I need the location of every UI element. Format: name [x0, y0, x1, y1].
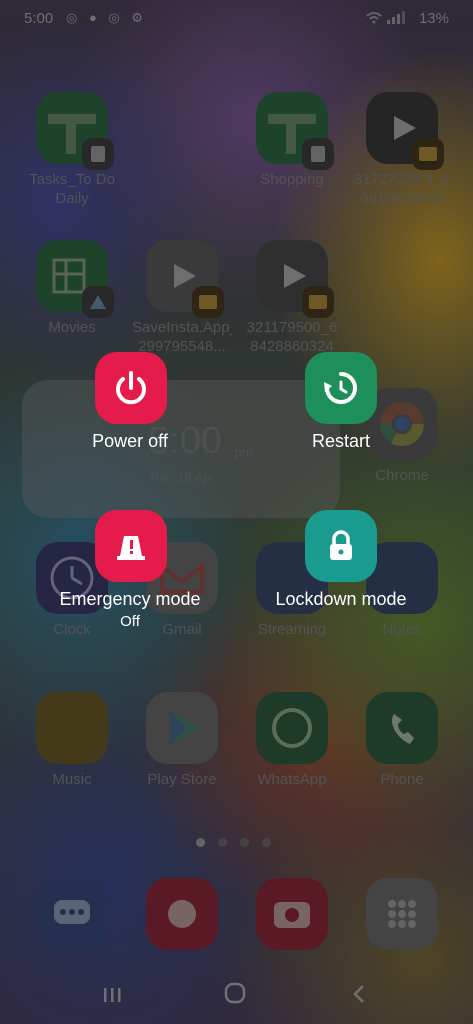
emergency-mode-label: Emergency mode [59, 589, 201, 609]
navigation-bar [0, 964, 473, 1024]
emergency-mode-button[interactable] [95, 510, 167, 582]
restart-icon [324, 372, 357, 404]
lockdown-mode-button[interactable] [305, 510, 377, 582]
home-icon[interactable] [224, 982, 246, 1010]
back-icon[interactable] [352, 984, 366, 1010]
power-menu-scrim[interactable] [0, 0, 473, 1024]
power-icon [116, 371, 146, 405]
emergency-mode-status: Off [120, 613, 140, 630]
recents-icon[interactable] [102, 984, 122, 1010]
power-off-label: Power off [92, 431, 168, 451]
lockdown-mode-label: Lockdown mode [275, 589, 407, 609]
restart-button[interactable] [305, 352, 377, 424]
restart-label: Restart [311, 431, 371, 451]
lock-icon [330, 530, 352, 560]
emergency-icon [117, 536, 145, 560]
power-off-button[interactable] [95, 352, 167, 424]
